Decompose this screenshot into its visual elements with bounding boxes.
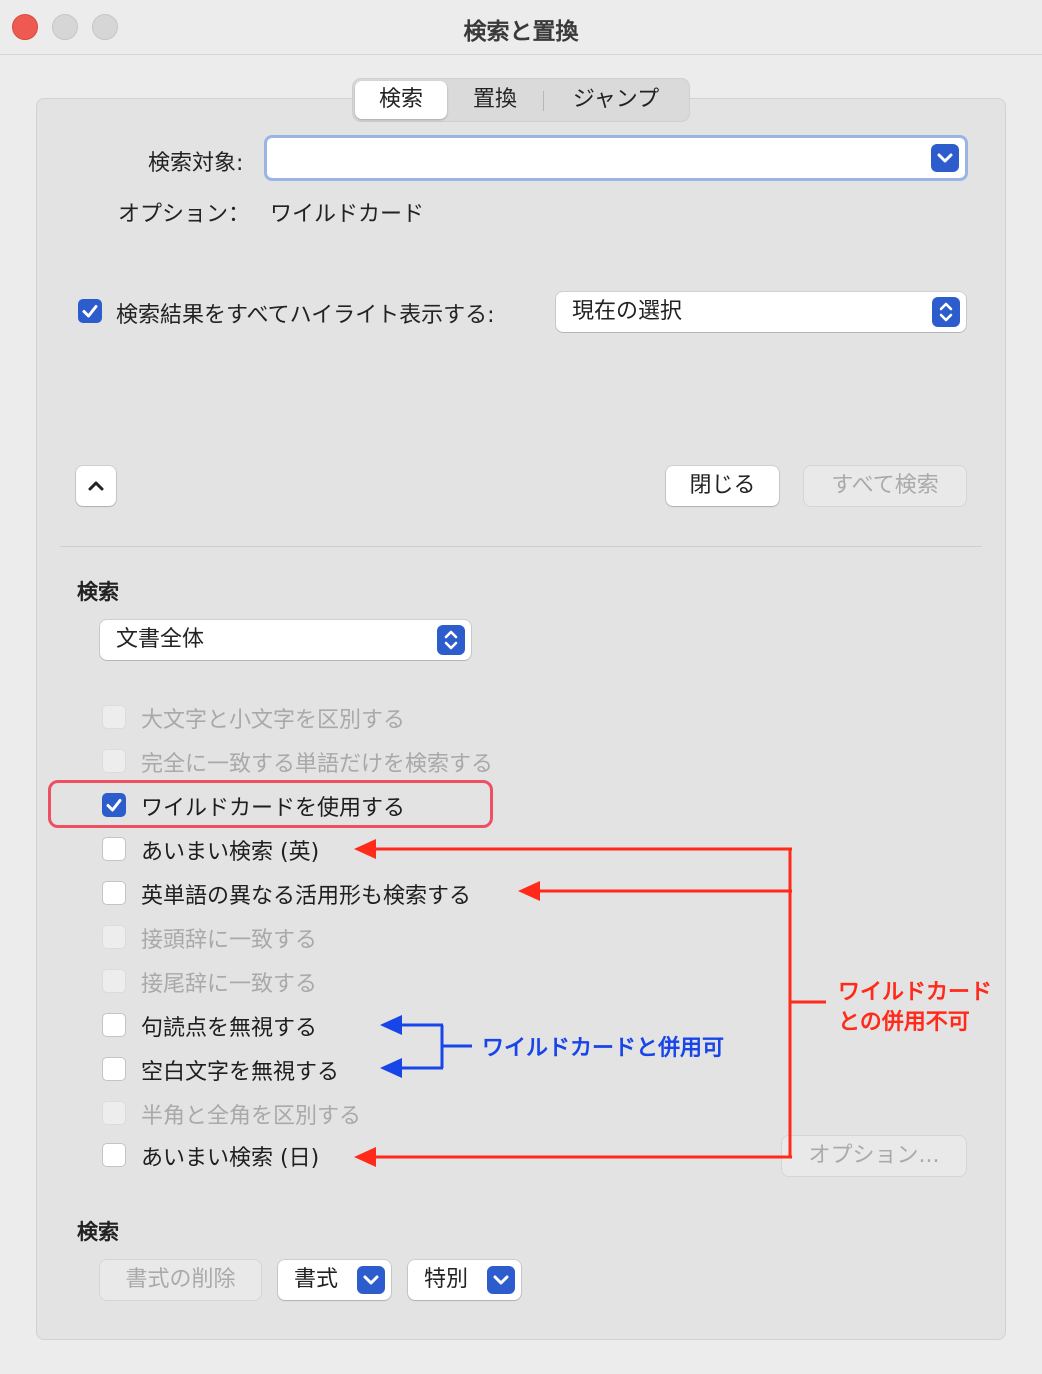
- red-annotation-line2: との併用不可: [838, 1010, 970, 1035]
- blue-arrow-group: [380, 1015, 472, 1078]
- red-arrowhead: [518, 881, 540, 901]
- special-menu-label: 特別: [424, 1267, 469, 1292]
- format-section-heading: 検索: [77, 1220, 119, 1244]
- special-menu-button[interactable]: 特別: [408, 1260, 521, 1300]
- format-menu-button[interactable]: 書式: [278, 1260, 391, 1300]
- chevron-down-icon: [357, 1266, 385, 1294]
- annotation-arrows: [354, 839, 826, 1167]
- format-menu-label: 書式: [294, 1267, 339, 1292]
- blue-arrowhead: [380, 1015, 402, 1035]
- red-annotation-line1: ワイルドカード: [838, 980, 993, 1005]
- blue-arrowhead: [380, 1058, 402, 1078]
- red-arrowhead: [354, 839, 376, 859]
- blue-annotation: ワイルドカードと併用可: [482, 1036, 725, 1061]
- red-arrow-group: [354, 839, 826, 1167]
- red-arrowhead: [354, 1147, 376, 1167]
- chevron-down-icon: [487, 1266, 515, 1294]
- clear-format-button[interactable]: 書式の削除: [100, 1260, 261, 1300]
